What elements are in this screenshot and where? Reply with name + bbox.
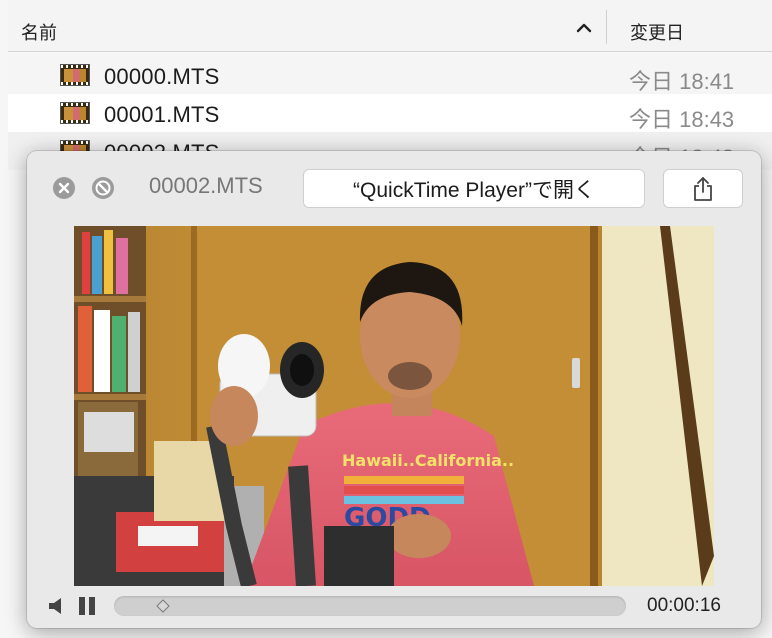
chevron-up-icon[interactable]: [574, 19, 594, 37]
file-date: 今日 18:41: [629, 69, 735, 94]
fullscreen-icon[interactable]: [91, 176, 115, 200]
pause-icon[interactable]: [78, 596, 96, 616]
quicklook-title: 00002.MTS: [149, 173, 263, 198]
video-preview[interactable]: Hawaii..California.. GODD: [74, 226, 714, 586]
playback-scrubber[interactable]: [114, 596, 626, 616]
close-circle-icon[interactable]: [52, 176, 76, 200]
file-name: 00001.MTS: [104, 102, 220, 127]
video-file-icon: [60, 102, 90, 124]
column-date-header[interactable]: 変更日: [630, 19, 684, 45]
file-row[interactable]: 00000.MTS 今日 18:41: [8, 56, 772, 94]
share-button[interactable]: [663, 169, 743, 208]
file-row[interactable]: 00001.MTS 今日 18:43: [8, 94, 772, 132]
svg-text:Hawaii..California..: Hawaii..California..: [342, 451, 514, 470]
scrubber-knob[interactable]: [155, 599, 170, 613]
file-date: 今日 18:43: [629, 107, 735, 132]
playback-controls: 00:00:16: [27, 591, 761, 627]
speaker-icon[interactable]: [47, 596, 67, 616]
quicklook-panel: 00002.MTS “QuickTime Player”で開く Hawaii..…: [27, 151, 761, 628]
column-header: 名前 変更日: [8, 0, 772, 52]
column-name-header[interactable]: 名前: [21, 19, 57, 45]
share-icon: [694, 176, 712, 201]
video-frame: Hawaii..California.. GODD: [74, 226, 714, 586]
video-file-icon: [60, 64, 90, 86]
file-name: 00000.MTS: [104, 64, 220, 89]
column-divider[interactable]: [606, 10, 607, 44]
open-with-quicktime-button[interactable]: “QuickTime Player”で開く: [303, 169, 645, 208]
timecode: 00:00:16: [647, 595, 721, 616]
